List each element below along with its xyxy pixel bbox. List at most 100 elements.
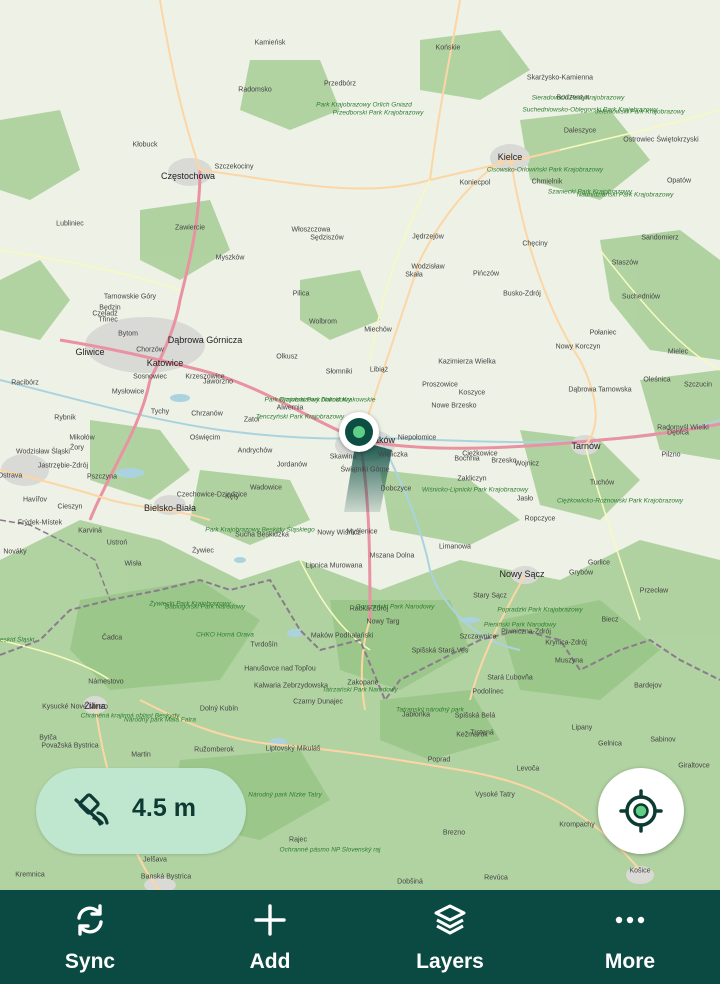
city-label: Czarny Dunajec	[293, 698, 343, 706]
city-label: Gliwice	[75, 347, 105, 357]
city-label: Końskie	[435, 44, 461, 52]
current-location-marker	[339, 412, 379, 452]
city-label: Havířov	[22, 496, 48, 504]
city-label: Chorzów	[136, 346, 164, 354]
park-label: Gorczański Park Narodowy	[355, 603, 435, 611]
city-label: Koszyce	[458, 389, 486, 397]
city-label: Rajec	[289, 836, 307, 844]
city-label: Będzin	[99, 304, 121, 312]
city-label: Revúca	[484, 874, 508, 882]
park-label: Suchedniowsko-Oblęgorski Park Krajobrazo…	[522, 106, 658, 114]
city-label: Liptovský Mikuláš	[265, 745, 321, 753]
city-label: Ciężkowice	[462, 450, 498, 458]
city-label: Proszowice	[422, 381, 458, 389]
city-label: Alwernia	[276, 404, 304, 412]
city-label: Racibórz	[11, 379, 39, 387]
more-dots-icon	[615, 916, 645, 924]
city-label: Ustroń	[106, 539, 128, 547]
city-label: Mysłowice	[111, 388, 145, 396]
city-label: Limanowa	[439, 543, 471, 551]
city-label: Wojnicz	[514, 460, 540, 468]
nav-more-button[interactable]: More	[540, 890, 720, 984]
city-label: Bytča	[39, 734, 57, 742]
city-label: Nowy Wiśnicz	[317, 529, 361, 537]
park-label: Sieradowicki Park Krajobrazowy	[531, 94, 625, 102]
city-label: Myszków	[215, 254, 245, 262]
city-label: Częstochowa	[160, 171, 216, 181]
city-label: Dąbrowa Tarnowska	[568, 386, 632, 394]
city-label: Gorlice	[587, 559, 611, 567]
nav-add-button[interactable]: Add	[180, 890, 360, 984]
map-view[interactable]: Częstochowa Kielce Katowice Kraków Tarnów Now…	[0, 0, 720, 890]
city-label: Sosnowiec	[133, 373, 167, 381]
city-label: Sandomierz	[641, 234, 679, 242]
city-label: Szczekociny	[214, 163, 254, 171]
city-label: Pszczyna	[87, 473, 117, 481]
city-label: Skawina	[329, 453, 357, 461]
city-label: Krynica-Zdrój	[545, 639, 587, 647]
city-label: Nováky	[3, 548, 27, 556]
nav-layers-label: Layers	[416, 950, 484, 973]
city-label: Mszana Dolna	[369, 552, 415, 560]
park-label: Popradzki Park Krajobrazowy	[497, 606, 583, 614]
city-label: Koniecpol	[459, 179, 491, 187]
city-label: Krompachy	[559, 821, 595, 829]
city-label: Banská Bystrica	[140, 873, 192, 881]
nav-layers-button[interactable]: Layers	[360, 890, 540, 984]
city-label: Brzesko	[491, 457, 517, 465]
city-label: Busko-Zdrój	[503, 290, 541, 298]
city-label: Námestovo	[88, 678, 124, 686]
park-label: Tenczyński Park Krajobrazowy	[255, 413, 345, 421]
gps-accuracy-chip[interactable]: 4.5 m	[36, 768, 246, 854]
city-label: Grybów	[568, 569, 594, 577]
city-label: Wadowice	[249, 484, 283, 492]
park-label: Ciężkowicko-Rożnowski Park Krajobrazowy	[556, 497, 684, 505]
park-label: Wiśnicko-Lipnicki Park Krajobrazowy	[421, 486, 529, 494]
city-label: Cieszyn	[57, 503, 83, 511]
city-label: Ostrowiec Świętokrzyski	[623, 136, 699, 144]
city-label: Suchedniów	[621, 293, 661, 301]
park-label: Beskid Śląski	[0, 636, 35, 644]
city-label: Spišská Belá	[454, 712, 496, 720]
city-label: Wolbrom	[309, 318, 337, 326]
city-label: Oleśnica	[643, 376, 671, 384]
recenter-button[interactable]	[598, 768, 684, 854]
city-label: Przecław	[639, 587, 669, 595]
city-label: Słomniki	[325, 368, 353, 376]
city-label: Jasło	[516, 495, 534, 503]
gps-off-icon	[74, 793, 109, 826]
city-label: Tarnów	[571, 441, 601, 451]
city-label: Świątniki Górne	[340, 466, 390, 474]
city-label: Oświęcim	[189, 434, 221, 442]
city-label: Biecz	[601, 616, 619, 624]
park-label: Cisowsko-Orłowiński Park Krajobrazowy	[486, 166, 604, 174]
park-label: Park Krajobrazowy Orlich Gniazd	[316, 101, 412, 109]
city-label: Żywiec	[192, 547, 214, 555]
city-label: Połaniec	[589, 329, 617, 337]
city-label: Lipany	[571, 724, 593, 732]
city-label: Libiąż	[369, 366, 389, 374]
city-label: Andrychów	[237, 447, 273, 455]
city-label: Stary Sącz	[473, 592, 507, 600]
city-label: Tychy	[150, 408, 170, 416]
city-label: Włoszczowa	[291, 226, 331, 234]
bottom-navigation: Sync Add Layers More	[0, 890, 720, 984]
city-label: Radomsko	[238, 86, 272, 94]
city-label: Tarnowskie Góry	[103, 293, 157, 301]
city-label: Szczucin	[683, 381, 713, 389]
city-label: Nowy Sącz	[499, 569, 545, 579]
plus-icon	[254, 904, 286, 936]
city-label: Mielec	[667, 348, 689, 356]
city-label: Poprad	[427, 756, 451, 764]
city-label: Nowe Brzesko	[431, 402, 477, 410]
city-label: Tvrdošín	[250, 641, 278, 649]
city-label: Jordanów	[276, 461, 308, 469]
nav-sync-button[interactable]: Sync	[0, 890, 180, 984]
city-label: Dąbrowa Górnicza	[167, 335, 243, 345]
city-label: Ostrava	[0, 472, 23, 480]
park-label: Pieniński Park Narodowy	[483, 621, 557, 629]
city-label: Kazimierza Wielka	[438, 358, 496, 366]
city-label: Kęty	[224, 493, 240, 501]
park-label: Przedborski Park Krajobrazowy	[332, 109, 424, 117]
city-label: Karviná	[78, 527, 102, 535]
